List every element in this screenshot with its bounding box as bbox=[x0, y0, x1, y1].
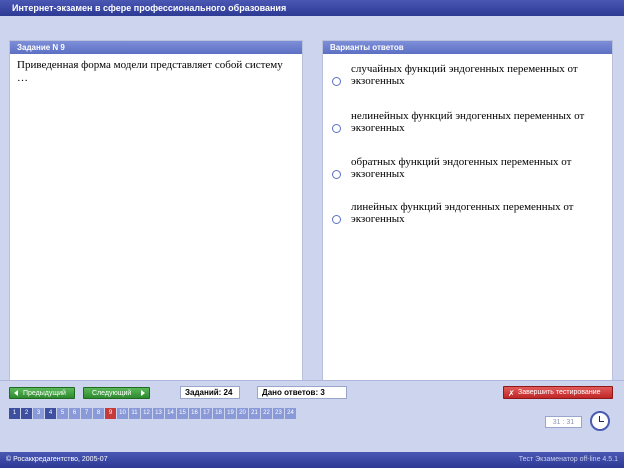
answer-text: случайных функций эндогенных переменных … bbox=[351, 63, 578, 87]
question-number[interactable]: 22 bbox=[261, 408, 272, 419]
radio-button[interactable] bbox=[332, 215, 341, 224]
navigation-bar: Предыдущий Следующий Заданий: 24 Дано от… bbox=[0, 380, 624, 452]
question-number[interactable]: 11 bbox=[129, 408, 140, 419]
status-footer: © Росаккредагентство, 2005-07 Тест Экзам… bbox=[0, 452, 624, 468]
next-label: Следующий bbox=[92, 390, 132, 397]
arrow-right-icon bbox=[141, 390, 145, 396]
previous-button[interactable]: Предыдущий bbox=[9, 387, 75, 399]
previous-label: Предыдущий bbox=[23, 390, 66, 397]
radio-button[interactable] bbox=[332, 124, 341, 133]
tasks-counter: Заданий: 24 bbox=[180, 386, 240, 399]
question-text: Приведенная форма модели представляет со… bbox=[17, 59, 283, 84]
timer-display: 31 : 31 bbox=[545, 416, 582, 428]
question-number[interactable]: 12 bbox=[141, 408, 152, 419]
question-number[interactable]: 20 bbox=[237, 408, 248, 419]
answer-text: нелинейных функций эндогенных переменных… bbox=[351, 110, 585, 134]
question-number[interactable]: 19 bbox=[225, 408, 236, 419]
question-number[interactable]: 21 bbox=[249, 408, 260, 419]
question-number[interactable]: 24 bbox=[285, 408, 296, 419]
radio-button[interactable] bbox=[332, 77, 341, 86]
answer-text: линейных функций эндогенных переменных о… bbox=[351, 201, 574, 225]
question-number[interactable]: 23 bbox=[273, 408, 284, 419]
question-number[interactable]: 4 bbox=[45, 408, 56, 419]
question-number[interactable]: 10 bbox=[117, 408, 128, 419]
app-title-bar: Интернет-экзамен в сфере профессионально… bbox=[0, 0, 624, 16]
answers-header: Варианты ответов bbox=[323, 41, 612, 54]
version-text: Тест Экзаменатор off-line 4.5.1 bbox=[518, 456, 618, 463]
question-number[interactable]: 5 bbox=[57, 408, 68, 419]
radio-button[interactable] bbox=[332, 170, 341, 179]
clock-icon bbox=[590, 411, 610, 431]
question-number[interactable]: 13 bbox=[153, 408, 164, 419]
question-number[interactable]: 18 bbox=[213, 408, 224, 419]
finish-test-button[interactable]: ✗ Завершить тестирование bbox=[503, 386, 613, 399]
arrow-left-icon bbox=[14, 390, 18, 396]
question-number[interactable]: 6 bbox=[69, 408, 80, 419]
question-number[interactable]: 8 bbox=[93, 408, 104, 419]
app-title: Интернет-экзамен в сфере профессионально… bbox=[12, 3, 287, 13]
question-number-strip: 1 2 3 4 5 6 7 8 9 10 11 12 13 14 15 16 1… bbox=[9, 408, 297, 419]
question-header: Задание N 9 bbox=[10, 41, 302, 54]
question-number[interactable]: 1 bbox=[9, 408, 20, 419]
question-number[interactable]: 15 bbox=[177, 408, 188, 419]
question-number[interactable]: 7 bbox=[81, 408, 92, 419]
answer-text: обратных функций эндогенных переменных о… bbox=[351, 156, 572, 180]
question-number[interactable]: 9 bbox=[105, 408, 116, 419]
question-number[interactable]: 14 bbox=[165, 408, 176, 419]
next-button[interactable]: Следующий bbox=[83, 387, 150, 399]
question-number[interactable]: 3 bbox=[33, 408, 44, 419]
copyright-text: © Росаккредагентство, 2005-07 bbox=[6, 456, 108, 463]
content-area: Задание N 9 Приведенная форма модели пре… bbox=[0, 16, 624, 382]
answered-counter: Дано ответов: 3 bbox=[257, 386, 347, 399]
finish-label: Завершить тестирование bbox=[518, 389, 601, 396]
runner-icon: ✗ bbox=[508, 389, 515, 398]
question-number[interactable]: 16 bbox=[189, 408, 200, 419]
answers-panel: Варианты ответов случайных функций эндог… bbox=[322, 40, 613, 382]
question-number[interactable]: 17 bbox=[201, 408, 212, 419]
question-panel: Задание N 9 Приведенная форма модели пре… bbox=[9, 40, 303, 382]
question-number[interactable]: 2 bbox=[21, 408, 32, 419]
